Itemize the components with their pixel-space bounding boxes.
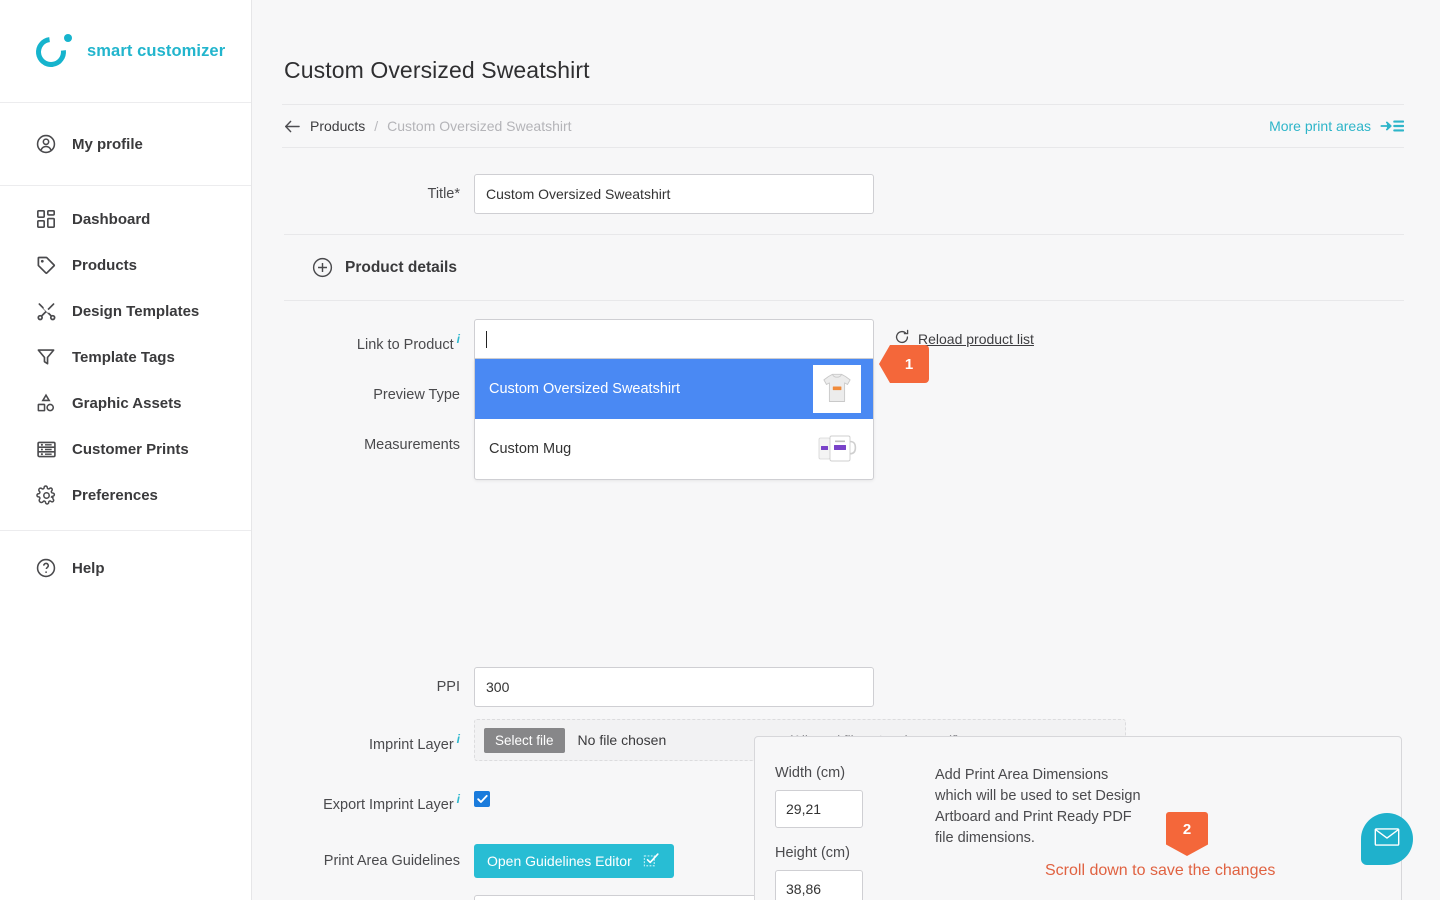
sidebar-item-preferences[interactable]: Preferences — [0, 472, 251, 518]
export-imprint-layer-label: Export Imprint Layer i — [284, 779, 474, 825]
link-to-product-row: Link to Product i Custom Oversized Sweats… — [282, 319, 1404, 481]
app-root: smart customizer My profile Dashboard Pr… — [0, 0, 1440, 900]
sidebar-item-label: Preferences — [72, 486, 158, 504]
sidebar-item-my-profile[interactable]: My profile — [0, 121, 251, 167]
selected-filename: No file chosen — [577, 732, 667, 749]
ppi-row: PPI — [282, 667, 1404, 708]
gear-icon — [34, 483, 58, 507]
sidebar-bottom-section: Help — [0, 531, 251, 591]
sidebar-item-label: Design Templates — [72, 302, 200, 320]
ppi-input[interactable] — [474, 667, 874, 708]
breadcrumb: Products / Custom Oversized Sweatshirt M… — [282, 104, 1404, 149]
annotation-scroll-note: Scroll down to save the changes — [1045, 862, 1276, 879]
select-file-button[interactable]: Select file — [484, 727, 565, 753]
link-to-product-option-mug[interactable]: Custom Mug — [475, 419, 873, 479]
smart-customizer-logo-icon — [29, 30, 74, 74]
prints-icon — [34, 437, 58, 461]
arrow-into-list-icon — [1380, 118, 1404, 134]
more-print-areas-link[interactable]: More print areas — [1269, 118, 1404, 134]
shapes-icon — [34, 391, 58, 415]
brand-logo-block[interactable]: smart customizer — [0, 0, 251, 103]
sidebar-item-label: Products — [72, 256, 138, 274]
height-label: Height (cm) — [775, 845, 850, 862]
title-row: Title* — [282, 174, 1404, 234]
link-to-product-options-list: Custom Oversized Sweatshirt Custom Mug — [474, 359, 874, 481]
reload-product-list-label: Reload product list — [918, 331, 1034, 348]
product-details-rows: Link to Product i Custom Oversized Sweats… — [282, 301, 1404, 900]
main-content: Custom Oversized Sweatshirt Products / C… — [252, 0, 1440, 900]
info-icon[interactable]: i — [457, 732, 460, 746]
open-guidelines-editor-label: Open Guidelines Editor — [487, 852, 632, 869]
arrow-left-icon[interactable] — [284, 119, 301, 134]
export-imprint-layer-checkbox[interactable] — [474, 791, 490, 808]
product-details-label: Product details — [345, 258, 457, 276]
measurements-spacer — [282, 465, 1404, 662]
measurements-label: Measurements — [364, 437, 460, 454]
brand-name: smart customizer — [87, 41, 226, 60]
option-label: Custom Mug — [489, 441, 572, 458]
envelope-chat-icon — [1374, 827, 1400, 852]
open-guidelines-editor-button[interactable]: Open Guidelines Editor — [474, 843, 674, 878]
imprint-layer-label: Imprint Layer i — [284, 719, 474, 765]
funnel-icon — [34, 345, 58, 369]
height-input[interactable] — [775, 870, 863, 900]
sidebar-item-label: Customer Prints — [72, 440, 189, 458]
option-label: Custom Oversized Sweatshirt — [489, 381, 680, 398]
dimension-fields: Width (cm) Height (cm) — [775, 765, 930, 900]
product-details-section-header[interactable]: Product details — [284, 235, 1404, 302]
chat-widget-button[interactable] — [1361, 813, 1413, 865]
sidebar-item-label: Graphic Assets — [72, 394, 182, 412]
link-to-product-label-text: Link to Product — [356, 337, 454, 354]
breadcrumb-left: Products / Custom Oversized Sweatshirt — [284, 118, 572, 134]
width-input[interactable] — [775, 790, 863, 829]
guidelines-editor-icon — [643, 851, 661, 871]
ppi-label: PPI — [436, 679, 460, 696]
help-circle-icon — [34, 556, 58, 580]
sidebar-item-label: Help — [72, 559, 105, 577]
info-icon[interactable]: i — [457, 792, 460, 806]
design-templates-icon — [34, 299, 58, 323]
sidebar-item-label: Template Tags — [72, 348, 175, 366]
sidebar-item-graphic-assets[interactable]: Graphic Assets — [0, 380, 251, 426]
sidebar-item-products[interactable]: Products — [0, 242, 251, 288]
sidebar: smart customizer My profile Dashboard Pr… — [0, 0, 252, 900]
breadcrumb-products-link[interactable]: Products — [310, 118, 365, 134]
sidebar-item-label: Dashboard — [72, 210, 151, 228]
sidebar-item-template-tags[interactable]: Template Tags — [0, 334, 251, 380]
sidebar-item-dashboard[interactable]: Dashboard — [0, 196, 251, 242]
sidebar-main-section: Dashboard Products Design Templates Temp… — [0, 186, 251, 531]
sidebar-top-section: My profile — [0, 103, 251, 186]
page-title: Custom Oversized Sweatshirt — [284, 57, 590, 84]
title-input[interactable] — [474, 174, 874, 215]
link-to-product-combobox[interactable]: Custom Oversized Sweatshirt Custom Mug — [474, 319, 874, 481]
link-to-product-label: Link to Product i — [284, 319, 474, 365]
sidebar-item-customer-prints[interactable]: Customer Prints — [0, 426, 251, 472]
width-label: Width (cm) — [775, 765, 846, 782]
info-icon[interactable]: i — [457, 332, 460, 346]
title-label: Title* — [427, 186, 461, 203]
sweatshirt-thumb — [813, 365, 861, 414]
text-caret — [486, 330, 487, 348]
print-area-guidelines-label: Print Area Guidelines — [323, 852, 460, 869]
preview-type-label: Preview Type — [373, 387, 460, 404]
user-circle-icon — [34, 132, 58, 156]
toolset-label: Toolseti — [284, 895, 474, 900]
sidebar-item-design-templates[interactable]: Design Templates — [0, 288, 251, 334]
breadcrumb-separator: / — [374, 118, 379, 135]
mug-thumb — [813, 425, 861, 474]
export-imprint-layer-label-text: Export Imprint Layer — [323, 796, 454, 813]
more-print-areas-label: More print areas — [1269, 118, 1371, 135]
link-to-product-input[interactable] — [474, 319, 874, 360]
dashboard-icon — [34, 207, 58, 231]
plus-circle-icon — [312, 257, 333, 278]
tag-icon — [34, 253, 58, 277]
imprint-layer-label-text: Imprint Layer — [369, 737, 454, 754]
sidebar-item-label: My profile — [72, 135, 143, 153]
sidebar-item-help[interactable]: Help — [0, 545, 251, 591]
breadcrumb-current: Custom Oversized Sweatshirt — [387, 118, 572, 135]
link-to-product-option-sweatshirt[interactable]: Custom Oversized Sweatshirt — [475, 359, 873, 420]
